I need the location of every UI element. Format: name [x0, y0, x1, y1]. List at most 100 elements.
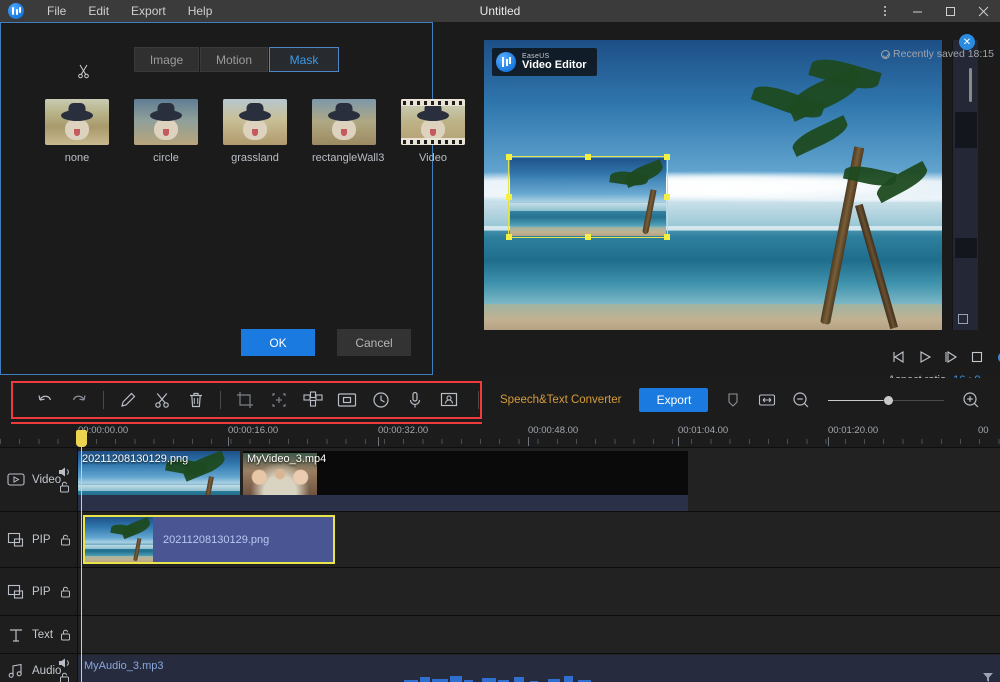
ok-button[interactable]: OK	[241, 329, 315, 356]
track-text[interactable]: Text	[0, 616, 1000, 654]
track-controls	[60, 568, 71, 615]
rail-scrollbar[interactable]	[969, 68, 972, 102]
lock-icon[interactable]	[60, 629, 71, 641]
window-controls	[868, 0, 1000, 22]
track-header-video[interactable]: Video	[0, 448, 78, 511]
lock-icon[interactable]	[60, 586, 71, 598]
track-header-pip-2[interactable]: PIP	[0, 568, 78, 615]
mask-preset-label: rectangleWall3	[312, 152, 376, 164]
zoom-out-icon[interactable]	[784, 383, 818, 417]
track-audio[interactable]: Audio MyAudio_3.mp3	[0, 654, 1000, 682]
pip-track-icon	[6, 584, 26, 600]
menu-item-edit[interactable]: Edit	[79, 1, 118, 21]
minimize-icon[interactable]	[901, 0, 934, 22]
mask-preset-video[interactable]: Video	[401, 99, 465, 164]
play-icon[interactable]	[912, 344, 938, 370]
preview-stage[interactable]: EaseUS Video Editor	[484, 40, 942, 330]
redo-icon[interactable]	[62, 383, 96, 417]
mask-preset-grassland[interactable]: grassland	[223, 99, 287, 164]
resize-handle-bottom-left[interactable]	[506, 234, 512, 240]
track-header-text[interactable]: Text	[0, 616, 78, 653]
resize-handle-top-left[interactable]	[506, 154, 512, 160]
resize-handle-top-center[interactable]	[585, 154, 591, 160]
track-body-text[interactable]	[78, 616, 1000, 653]
speed-clock-icon[interactable]	[364, 383, 398, 417]
export-button[interactable]: Export	[639, 388, 708, 412]
crop-icon[interactable]	[228, 383, 262, 417]
app-logo-icon	[8, 3, 24, 19]
mosaic-icon[interactable]	[296, 383, 330, 417]
track-video[interactable]: Video 2021120	[0, 448, 1000, 512]
saved-check-icon	[881, 50, 890, 59]
voiceover-mic-icon[interactable]	[398, 383, 432, 417]
pip-track-icon	[6, 532, 26, 548]
menu-item-export[interactable]: Export	[122, 1, 175, 21]
resize-handle-bottom-right[interactable]	[664, 234, 670, 240]
ruler-tick-label: 00:01:04.00	[678, 425, 728, 436]
mask-thumbnail	[223, 99, 287, 145]
resize-handle-middle-left[interactable]	[506, 194, 512, 200]
next-frame-icon[interactable]	[938, 344, 964, 370]
green-screen-icon[interactable]	[432, 383, 466, 417]
clip-title: 20211208130129.png	[163, 534, 269, 546]
lock-icon[interactable]	[59, 672, 70, 682]
dialog-tab-group: Image Motion Mask	[134, 47, 340, 72]
preview-side-rail[interactable]: ✕	[952, 40, 978, 330]
stop-icon[interactable]	[964, 344, 990, 370]
resize-handle-top-right[interactable]	[664, 154, 670, 160]
close-icon[interactable]	[967, 0, 1000, 22]
track-header-pip-1[interactable]: PIP	[0, 512, 78, 567]
menu-item-help[interactable]: Help	[179, 1, 222, 21]
zoom-in-icon[interactable]	[954, 383, 988, 417]
resize-handle-bottom-center[interactable]	[585, 234, 591, 240]
timeline-zoom-slider[interactable]	[828, 391, 944, 409]
mute-toggle-icon[interactable]	[58, 466, 71, 478]
mask-preset-none[interactable]: none	[45, 99, 109, 164]
pip-selection-box[interactable]	[508, 156, 668, 238]
filter-icon[interactable]	[982, 671, 994, 682]
rail-footer-icon[interactable]	[958, 314, 968, 324]
zoom-slider-knob[interactable]	[884, 396, 893, 405]
track-body-audio[interactable]: MyAudio_3.mp3	[78, 654, 1000, 682]
tab-image[interactable]: Image	[134, 47, 199, 72]
playhead-handle[interactable]	[76, 430, 87, 447]
fit-timeline-icon[interactable]	[750, 383, 784, 417]
track-body-pip-1[interactable]: 20211208130129.png	[78, 512, 1000, 567]
cancel-button[interactable]: Cancel	[337, 329, 411, 356]
watermark-logo-icon	[496, 52, 516, 72]
mute-toggle-icon[interactable]	[58, 657, 71, 669]
previous-frame-icon[interactable]	[886, 344, 912, 370]
resize-handle-middle-right[interactable]	[664, 194, 670, 200]
maximize-icon[interactable]	[934, 0, 967, 22]
toolbar-divider	[220, 391, 221, 409]
lock-icon[interactable]	[59, 481, 70, 493]
speech-text-converter-button[interactable]: Speech&Text Converter	[500, 394, 621, 406]
split-handle-icon[interactable]	[76, 62, 90, 80]
track-body-pip-2[interactable]	[78, 568, 1000, 615]
pip-overlay-icon[interactable]	[330, 383, 364, 417]
menu-item-file[interactable]: File	[38, 1, 75, 21]
edit-pencil-icon[interactable]	[111, 383, 145, 417]
split-scissors-icon[interactable]	[145, 383, 179, 417]
track-controls	[60, 512, 71, 567]
timeline-clip[interactable]: MyAudio_3.mp3	[78, 655, 1000, 682]
clip-bottom-strip	[78, 495, 688, 511]
mask-preset-circle[interactable]: circle	[134, 99, 198, 164]
zoom-pan-icon[interactable]	[262, 383, 296, 417]
undo-icon[interactable]	[28, 383, 62, 417]
edit-toolbar: Speech&Text Converter Export	[0, 378, 1000, 422]
more-options-icon[interactable]	[868, 0, 901, 22]
track-pip-1[interactable]: PIP 2021120813	[0, 512, 1000, 568]
delete-trash-icon[interactable]	[179, 383, 213, 417]
track-header-audio[interactable]: Audio	[0, 654, 78, 682]
timeline-ruler[interactable]: 00:00:00.00 00:00:16.00 00:00:32.00 00:0…	[0, 422, 1000, 448]
mask-preset-rectanglewall3[interactable]: rectangleWall3	[312, 99, 376, 164]
track-body-video[interactable]: 20211208130129.png MyVideo_3.mp4	[78, 448, 1000, 511]
film-strip-icon	[401, 99, 465, 106]
tab-motion[interactable]: Motion	[200, 47, 268, 72]
lock-icon[interactable]	[60, 534, 71, 546]
track-pip-2[interactable]: PIP	[0, 568, 1000, 616]
timeline-clip-selected[interactable]: 20211208130129.png	[83, 515, 335, 564]
marker-icon[interactable]	[716, 383, 750, 417]
tab-mask[interactable]: Mask	[269, 47, 339, 72]
